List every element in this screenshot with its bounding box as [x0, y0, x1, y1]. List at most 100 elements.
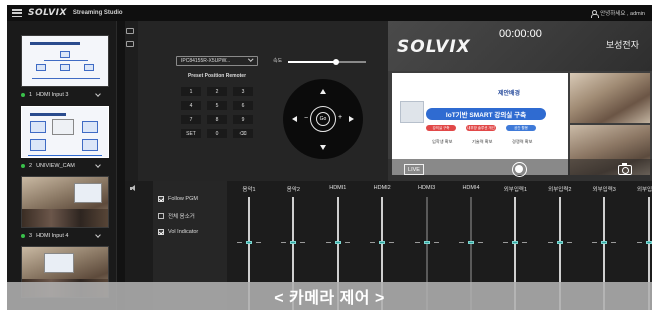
volume-fader-handle[interactable] — [512, 240, 519, 244]
chevron-down-icon — [247, 56, 253, 62]
fader-tick — [566, 241, 572, 243]
fader-tick — [459, 241, 464, 243]
speaker-icon[interactable] — [130, 185, 138, 192]
fader-tick — [344, 241, 350, 243]
arrow-down-icon[interactable] — [320, 145, 326, 150]
channel-name: 외부입력4 — [636, 187, 652, 193]
preset-key[interactable]: 6 — [233, 101, 253, 110]
preset-key[interactable]: 7 — [181, 115, 201, 124]
chevron-down-icon[interactable] — [95, 231, 101, 238]
volume-fader-handle[interactable] — [556, 240, 563, 244]
arrow-left-icon[interactable] — [292, 116, 297, 122]
channel-name: 음악2 — [286, 187, 300, 193]
record-button[interactable] — [512, 162, 527, 177]
input-label[interactable]: 2 UNIVIEW_CAM — [21, 161, 109, 170]
menu-icon[interactable] — [12, 9, 22, 17]
fader-tick — [370, 241, 376, 243]
channel-name: HDMI4 — [462, 185, 480, 191]
app-logo: SOLVIX — [28, 8, 67, 18]
input-label[interactable]: 1 HDMI Input 3 — [21, 90, 109, 99]
chevron-down-icon[interactable] — [95, 90, 101, 97]
zoom-in-button[interactable]: + — [338, 114, 342, 121]
speed-slider-handle[interactable] — [333, 58, 340, 65]
volume-fader-handle[interactable] — [645, 240, 652, 244]
volume-fader-handle[interactable] — [601, 240, 608, 244]
mute-all-checkbox[interactable]: 전체 음소거 — [158, 212, 195, 220]
input-item[interactable]: 2 UNIVIEW_CAM — [21, 106, 109, 170]
volume-fader-handle[interactable] — [423, 240, 430, 244]
zoom-out-button[interactable]: − — [304, 115, 308, 122]
slide-caption: 경쟁력 확보 — [512, 139, 533, 144]
fader-tick — [478, 241, 483, 243]
camera-select[interactable]: IPC84155R-X5UPW... — [176, 56, 258, 66]
preset-key[interactable]: 3 — [233, 87, 253, 96]
live-button[interactable]: LIVE — [404, 164, 424, 175]
program-preview: SOLVIX 00:00:00 보성전자 제안배경 IoT기반 SMART 강의… — [388, 21, 652, 181]
fader-tick — [547, 241, 553, 243]
preset-key[interactable]: ⌫ — [233, 129, 253, 138]
fader-tick — [611, 241, 617, 243]
slide-pill: 강의실 구축 — [426, 125, 456, 131]
channel-name: 외부입력2 — [548, 187, 572, 193]
speed-slider[interactable] — [288, 58, 366, 65]
fader-tick — [592, 241, 598, 243]
preset-title: Preset Position Remoter — [187, 73, 247, 79]
preset-key[interactable]: 0 — [207, 129, 227, 138]
channel-name: HDMI2 — [373, 185, 391, 191]
view-toggle-column — [126, 28, 136, 54]
input-thumbnail[interactable] — [21, 35, 109, 87]
fader-tick — [503, 241, 509, 243]
camera-icon[interactable] — [618, 162, 632, 175]
program-logo: SOLVIX — [397, 37, 471, 57]
preset-key[interactable]: 8 — [207, 115, 227, 124]
follow-pgm-checkbox[interactable]: Follow PGM — [158, 196, 198, 202]
fader-tick — [414, 241, 420, 243]
fader-tick — [325, 241, 331, 243]
preset-key[interactable]: 4 — [181, 101, 201, 110]
checkbox-icon[interactable] — [158, 196, 164, 202]
fader-tick — [300, 241, 306, 243]
arrow-up-icon[interactable] — [320, 89, 326, 94]
arrow-right-icon[interactable] — [349, 116, 354, 122]
slide-banner: IoT기반 SMART 강의실 구축 — [426, 108, 546, 120]
input-item[interactable]: 1 HDMI Input 3 — [21, 35, 109, 99]
preset-key[interactable]: 2 — [207, 87, 227, 96]
fader-tick — [389, 241, 395, 243]
chevron-down-icon[interactable] — [95, 161, 101, 168]
window-icon[interactable] — [126, 41, 134, 47]
layout-icon[interactable] — [126, 28, 134, 34]
preset-key[interactable]: SET — [181, 129, 201, 138]
slide-title: 제안배경 — [498, 91, 521, 97]
preset-key[interactable]: 9 — [233, 115, 253, 124]
go-button[interactable]: Go — [316, 112, 330, 126]
speed-fill — [288, 61, 337, 63]
input-item[interactable]: 3 HDMI Input 4 — [21, 176, 109, 240]
caption-banner: < 카메라 제어 > — [7, 282, 652, 310]
preset-key[interactable]: 5 — [207, 101, 227, 110]
volume-fader-handle[interactable] — [379, 240, 386, 244]
channel-name: 외부입력3 — [592, 187, 616, 193]
channel-name: 외부입력1 — [503, 187, 528, 193]
program-company: 보성전자 — [605, 40, 639, 50]
program-camera-image — [570, 73, 650, 123]
vol-indicator-checkbox[interactable]: Vol Indicator — [158, 229, 198, 235]
ptz-dpad: − + Go — [283, 79, 363, 159]
preset-key[interactable]: 1 — [181, 87, 201, 96]
volume-fader-handle[interactable] — [468, 240, 474, 244]
top-bar: SOLVIX Streaming Studio 안녕하세요 , admin — [7, 5, 652, 21]
user-menu[interactable]: 안녕하세요 , admin — [590, 9, 645, 18]
input-thumbnail[interactable] — [21, 176, 109, 228]
slide-camera-image — [400, 101, 424, 123]
volume-fader-handle[interactable] — [334, 240, 341, 244]
sidebar-scroll-strip — [117, 21, 125, 310]
speed-label: 속도 — [273, 58, 283, 64]
user-icon — [590, 9, 599, 18]
input-label[interactable]: 3 HDMI Input 4 — [21, 231, 109, 240]
input-thumbnail[interactable] — [21, 106, 109, 158]
checkbox-icon[interactable] — [158, 213, 164, 219]
checkbox-icon[interactable] — [158, 229, 164, 235]
program-timer: 00:00:00 — [499, 28, 542, 40]
volume-fader-handle[interactable] — [246, 240, 252, 244]
volume-fader-handle[interactable] — [290, 240, 297, 244]
slide-caption: 입학생 확보 — [432, 139, 453, 144]
